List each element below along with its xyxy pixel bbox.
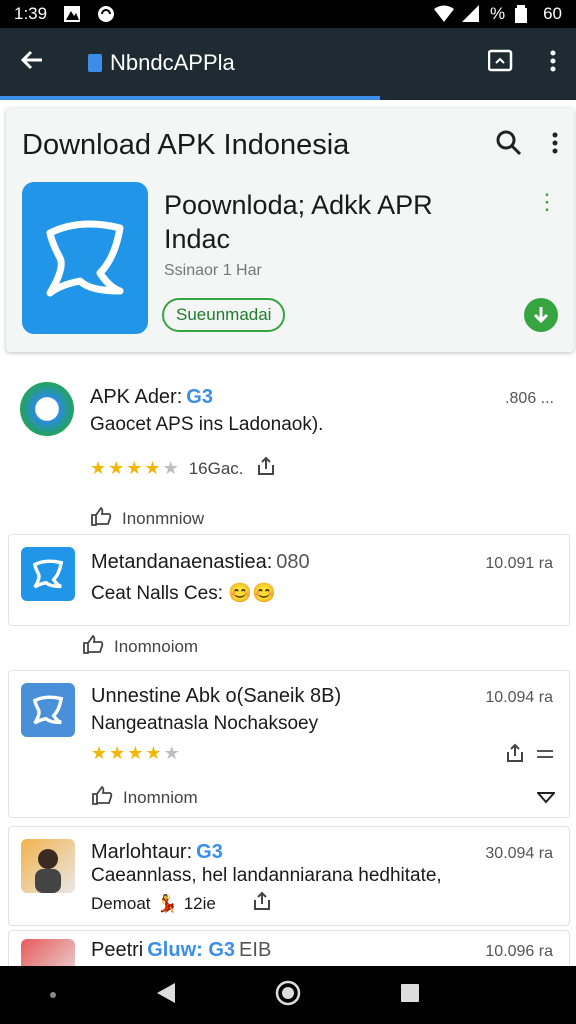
- star-icon: ★: [126, 458, 143, 478]
- app-description: Gaocet APS ins Ladonaok).: [90, 414, 324, 435]
- download-icon[interactable]: [524, 298, 558, 332]
- star-icon: ★: [90, 458, 107, 478]
- avatar[interactable]: [21, 839, 75, 893]
- recommend-row[interactable]: Inomniom: [91, 785, 198, 810]
- page-title: Download APK Indonesia: [22, 128, 350, 161]
- star-icon: ★: [108, 458, 125, 478]
- emoji-icon: 💃: [156, 893, 178, 913]
- app-description: Nangeatnasla Nochaksoey: [91, 713, 319, 734]
- recommend-label: Inonmniow: [122, 508, 205, 528]
- app-meta: 10.091 ra: [485, 555, 553, 572]
- progress-fill: [0, 96, 381, 100]
- thumbs-up-icon[interactable]: [82, 634, 104, 659]
- rating-stars: ★ ★ ★ ★ ★: [91, 743, 180, 764]
- star-icon: ★: [144, 458, 161, 478]
- app-thumbnail[interactable]: [20, 382, 74, 436]
- signal-icon: [461, 5, 480, 23]
- status-time: 1:39: [14, 4, 48, 23]
- tabs-icon[interactable]: [487, 49, 514, 78]
- featured-app-name[interactable]: Poownloda; Adkk APR Indac: [164, 188, 464, 256]
- star-icon: ★: [162, 458, 179, 478]
- status-bar: 1:39 % 60: [0, 0, 576, 28]
- battery-text: %: [489, 4, 506, 23]
- browser-toolbar: NbndcAPPla: [0, 28, 576, 98]
- app-description-2: Demoat 💃 12ie: [91, 891, 272, 916]
- star-icon: ★: [163, 743, 180, 763]
- app-description: Caeannlass, hel landanniarana hedhitate,: [91, 865, 442, 886]
- install-button[interactable]: Sueunmadai: [162, 298, 286, 332]
- nav-home-icon[interactable]: [275, 980, 301, 1011]
- recommend-label: Inomniom: [123, 787, 198, 807]
- list-item[interactable]: Metandanaenastiea: 080 Ceat Nalls Ces: 😊😊…: [8, 534, 570, 626]
- app-name[interactable]: Unnestine Abk o(Saneik 8B): [91, 685, 341, 708]
- list-item[interactable]: Unnestine Abk o(Saneik 8B) Nangeatnasla …: [8, 670, 570, 818]
- wifi-icon: [433, 5, 454, 23]
- app-thumbnail[interactable]: [21, 683, 75, 737]
- share-icon[interactable]: [252, 891, 272, 916]
- emoji-icon: 😊😊: [228, 583, 276, 604]
- page-load-progress: [0, 96, 576, 100]
- share-icon[interactable]: [505, 743, 525, 768]
- sync-icon: [97, 5, 115, 23]
- app-name[interactable]: Metandanaenastiea: 080: [91, 551, 310, 574]
- page-url: NbndcAPPla: [110, 50, 235, 75]
- recommend-row[interactable]: Inonmniow: [90, 506, 204, 531]
- app-thumbnail[interactable]: [21, 547, 75, 601]
- star-icon: ★: [145, 743, 162, 763]
- recommend-label: Inomnoiom: [114, 636, 199, 656]
- address-bar[interactable]: NbndcAPPla: [88, 50, 235, 76]
- thumbs-up-icon[interactable]: [91, 785, 113, 810]
- system-nav-bar: [0, 966, 576, 1024]
- search-icon[interactable]: [496, 130, 522, 161]
- green-more-icon[interactable]: ⋮: [536, 191, 558, 213]
- app-meta: 30.094 ra: [485, 845, 553, 862]
- app-description: Ceat Nalls Ces: 😊😊: [91, 583, 276, 604]
- menu-icon[interactable]: [537, 747, 553, 765]
- battery-icon: [515, 5, 533, 23]
- app-name[interactable]: APK Ader: G3: [90, 386, 213, 409]
- nav-back-icon[interactable]: [155, 981, 177, 1010]
- recommend-row[interactable]: Inomnoiom: [82, 634, 198, 659]
- app-meta: 10.096 ra: [485, 943, 553, 960]
- dot-icon: [49, 986, 57, 1004]
- featured-app-card[interactable]: Download APK Indonesia Poownloda; Adkk A…: [6, 108, 574, 352]
- chevron-down-icon[interactable]: [535, 791, 557, 809]
- star-icon: ★: [91, 743, 108, 763]
- lock-icon: [88, 54, 102, 72]
- rating-count: 16Gac.: [188, 458, 244, 478]
- app-meta: 10.094 ra: [485, 689, 553, 706]
- overflow-menu-icon[interactable]: [550, 49, 556, 78]
- featured-app-subtitle: Ssinaor 1 Har: [164, 262, 262, 279]
- rating-stars: ★ ★ ★ ★ ★ 16Gac.: [90, 456, 276, 481]
- back-arrow-icon[interactable]: [20, 47, 60, 79]
- star-icon: ★: [127, 743, 144, 763]
- thumbs-up-icon[interactable]: [90, 506, 112, 531]
- star-icon: ★: [109, 743, 126, 763]
- more-options-icon[interactable]: [552, 131, 558, 160]
- share-icon[interactable]: [256, 456, 276, 481]
- list-item[interactable]: Marlohtaur: G3 Caeannlass, hel landanniar…: [8, 826, 570, 926]
- notification-icon: [63, 5, 81, 23]
- app-logo-icon[interactable]: [22, 182, 148, 334]
- app-name[interactable]: Marlohtaur: G3: [91, 841, 223, 864]
- app-meta: .806 ...: [505, 390, 554, 407]
- list-item[interactable]: APK Ader: G3 Gaocet APS ins Ladonaok). .8…: [8, 372, 570, 536]
- app-name[interactable]: Peetri Gluw: G3 EIB: [91, 939, 271, 962]
- signal-text: 60: [543, 4, 562, 23]
- list-item[interactable]: Peetri Gluw: G3 EIB 10.096 ra: [8, 930, 570, 970]
- nav-recents-icon[interactable]: [399, 982, 421, 1009]
